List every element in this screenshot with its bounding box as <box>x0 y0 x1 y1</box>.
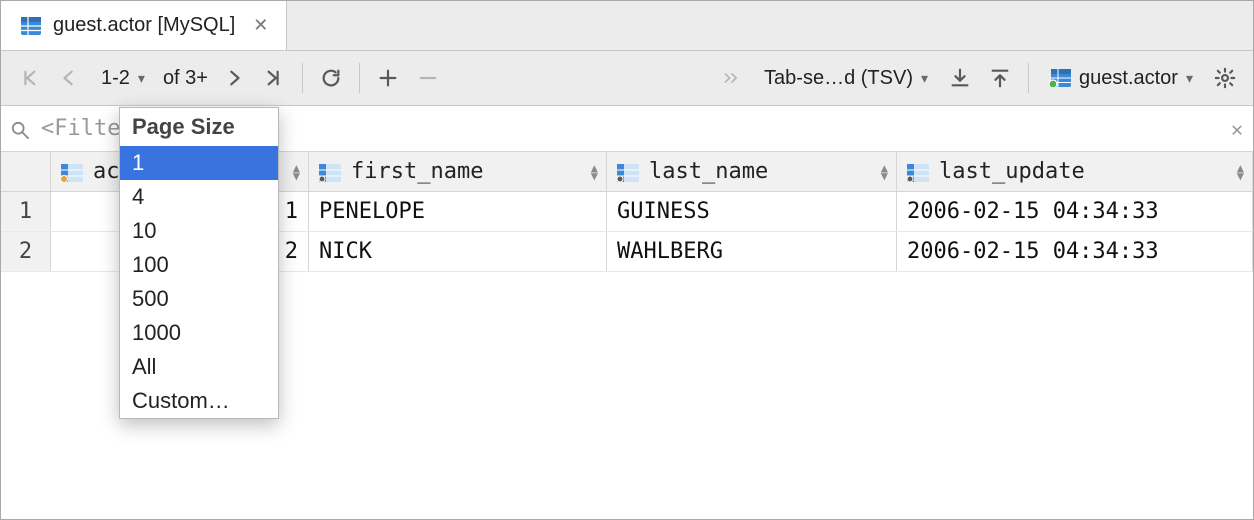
row-number: 1 <box>1 192 51 231</box>
remove-row-button[interactable] <box>410 58 446 98</box>
column-icon <box>61 163 83 181</box>
column-header-first-name[interactable]: first_name ▲▼ <box>309 152 607 191</box>
sort-icon[interactable]: ▲▼ <box>591 164 598 180</box>
chevron-down-icon: ▾ <box>138 70 145 87</box>
column-label: last_update <box>939 159 1085 184</box>
upload-button[interactable] <box>982 58 1018 98</box>
gutter-header <box>1 152 51 191</box>
close-icon[interactable]: ✕ <box>253 15 268 36</box>
page-size-dropdown: Page Size 14101005001000AllCustom… <box>119 107 279 419</box>
last-page-button[interactable] <box>256 58 292 98</box>
prev-page-button[interactable] <box>51 58 87 98</box>
sort-icon[interactable]: ▲▼ <box>881 164 888 180</box>
sort-icon[interactable]: ▲▼ <box>1237 164 1244 180</box>
export-format-label: Tab-se…d (TSV) <box>764 67 913 90</box>
page-of-label: of 3+ <box>159 67 212 90</box>
row-number: 2 <box>1 232 51 271</box>
page-size-option[interactable]: All <box>120 350 278 384</box>
chevron-down-icon: ▾ <box>1186 70 1193 87</box>
page-size-option[interactable]: 4 <box>120 180 278 214</box>
target-table-label: guest.actor <box>1079 67 1178 90</box>
export-format-selector[interactable]: Tab-se…d (TSV) ▾ <box>754 58 938 98</box>
column-icon <box>617 163 639 181</box>
target-table-selector[interactable]: guest.actor ▾ <box>1039 58 1203 98</box>
tab-guest-actor[interactable]: guest.actor [MySQL] ✕ <box>1 1 287 50</box>
cell-first-name[interactable]: NICK <box>309 232 607 271</box>
page-size-option[interactable]: 100 <box>120 248 278 282</box>
column-label: last_name <box>649 159 768 184</box>
sort-icon[interactable]: ▲▼ <box>293 164 300 180</box>
chevron-down-icon: ▾ <box>921 70 928 87</box>
tab-bar: guest.actor [MySQL] ✕ <box>1 1 1253 51</box>
column-header-last-update[interactable]: last_update ▲▼ <box>897 152 1253 191</box>
column-label: first_name <box>351 159 483 184</box>
more-icon[interactable] <box>714 58 750 98</box>
first-page-button[interactable] <box>11 58 47 98</box>
cell-last-name[interactable]: WAHLBERG <box>607 232 897 271</box>
page-size-option[interactable]: 10 <box>120 214 278 248</box>
download-button[interactable] <box>942 58 978 98</box>
next-page-button[interactable] <box>216 58 252 98</box>
dropdown-header: Page Size <box>120 108 278 146</box>
separator <box>359 63 360 93</box>
page-range-label: 1-2 <box>101 67 130 90</box>
add-row-button[interactable] <box>370 58 406 98</box>
page-size-option[interactable]: 1 <box>120 146 278 180</box>
page-size-option[interactable]: 1000 <box>120 316 278 350</box>
column-icon <box>319 163 341 181</box>
toolbar: 1-2 ▾ of 3+ Tab-se…d (TSV) ▾ <box>1 51 1253 106</box>
table-icon <box>21 17 41 35</box>
cell-last-name[interactable]: GUINESS <box>607 192 897 231</box>
page-size-option[interactable]: 500 <box>120 282 278 316</box>
separator <box>302 63 303 93</box>
page-size-option[interactable]: Custom… <box>120 384 278 418</box>
tab-title: guest.actor [MySQL] <box>53 14 235 37</box>
cell-last-update[interactable]: 2006-02-15 04:34:33 <box>897 232 1253 271</box>
search-icon <box>11 120 29 138</box>
settings-button[interactable] <box>1207 58 1243 98</box>
table-icon <box>1049 69 1071 87</box>
column-icon <box>907 163 929 181</box>
cell-first-name[interactable]: PENELOPE <box>309 192 607 231</box>
page-range-selector[interactable]: 1-2 ▾ <box>91 58 155 98</box>
clear-filter-icon[interactable]: ✕ <box>1231 117 1243 141</box>
reload-button[interactable] <box>313 58 349 98</box>
separator <box>1028 63 1029 93</box>
column-header-last-name[interactable]: last_name ▲▼ <box>607 152 897 191</box>
cell-last-update[interactable]: 2006-02-15 04:34:33 <box>897 192 1253 231</box>
